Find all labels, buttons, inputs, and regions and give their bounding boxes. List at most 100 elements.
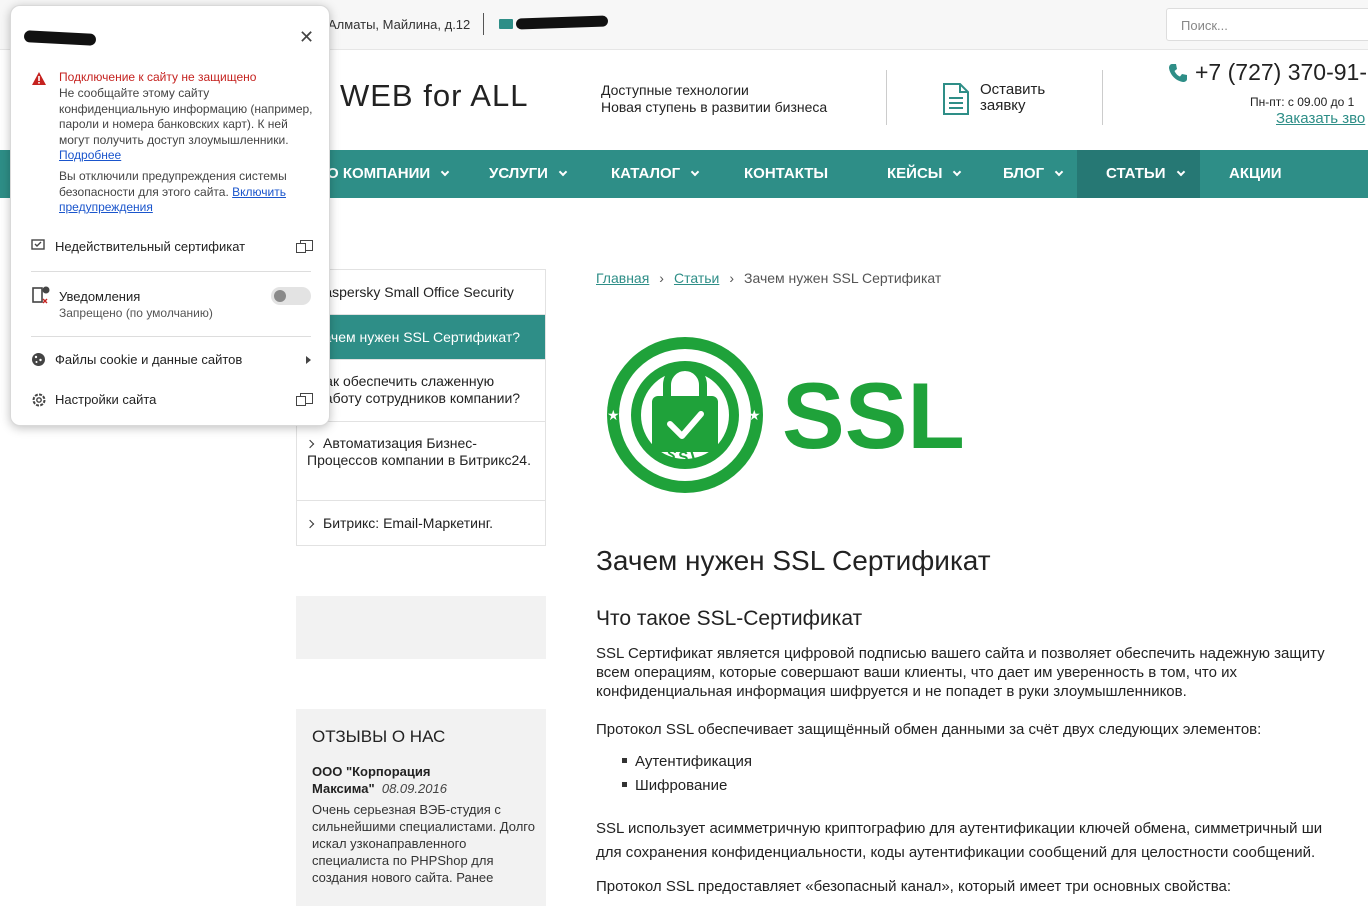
mail-icon	[499, 19, 513, 29]
article-subtitle: Что такое SSL-Сертификат	[596, 607, 863, 630]
site-settings-label: Настройки сайта	[55, 392, 157, 407]
chevron-down-icon	[440, 167, 450, 177]
breadcrumb-section[interactable]: Статьи	[674, 270, 719, 286]
address: Алматы, Майлина, д.12	[328, 17, 471, 32]
sidebar-item[interactable]: Как обеспечить слаженную работу сотрудни…	[297, 360, 545, 422]
divider	[1102, 70, 1103, 125]
star-icon: ★	[748, 408, 761, 424]
redacted-email	[515, 15, 609, 30]
apply-label: Оставить	[980, 81, 1046, 98]
notifications-label: Уведомления	[59, 289, 141, 304]
chevron-down-icon	[1176, 167, 1185, 177]
list-item: Шифрование	[622, 774, 752, 798]
nav-label: АКЦИИ	[1229, 165, 1282, 182]
sidebar-item[interactable]: Kaspersky Small Office Security	[297, 270, 545, 315]
review-date: 08.09.2016	[381, 781, 447, 796]
nav-label: КОНТАКТЫ	[744, 165, 829, 182]
search-input[interactable]: Поиск...	[1166, 8, 1368, 41]
paragraph: Протокол SSL обеспечивает защищённый обм…	[596, 721, 1262, 738]
nav-item-blog[interactable]: БЛОГ	[1003, 150, 1064, 198]
working-hours: Пн-пт: с 09.00 до 1	[1250, 95, 1355, 109]
site-logo[interactable]: WEB for ALL	[340, 78, 528, 114]
nav-label: УСЛУГИ	[489, 165, 548, 182]
nav-label: О КОМПАНИИ	[327, 165, 431, 182]
apply-label: заявку	[980, 97, 1026, 114]
slogan-line: Новая ступень в развитии бизнеса	[601, 99, 828, 115]
star-icon: ★	[607, 408, 620, 424]
chevron-down-icon	[1054, 167, 1064, 177]
divider	[31, 271, 311, 272]
nav-item-catalog[interactable]: КАТАЛОГ	[611, 150, 700, 198]
sidebar-item-active[interactable]: Зачем нужен SSL Сертификат?	[297, 315, 545, 360]
sidebar-banner	[296, 596, 546, 659]
close-icon[interactable]: ✕	[299, 28, 314, 46]
nav-item-promos[interactable]: АКЦИИ	[1229, 150, 1282, 198]
breadcrumb-separator: ›	[659, 270, 664, 286]
nav-item-company[interactable]: О КОМПАНИИ	[327, 150, 450, 198]
certificate-icon	[31, 239, 45, 250]
sidebar-item-label: Kaspersky Small Office Security	[315, 284, 514, 300]
connection-warning-title: Подключение к сайту не защищено	[59, 70, 257, 84]
nav-item-articles[interactable]: СТАТЬИ	[1077, 150, 1200, 198]
apply-button[interactable]: Оставить заявку	[980, 82, 1045, 114]
certificate-label: Недействительный сертификат	[55, 239, 246, 254]
document-icon[interactable]	[942, 82, 970, 116]
reviews-title: ОТЗЫВЫ О НАС	[312, 727, 446, 746]
nav-item-cases[interactable]: КЕЙСЫ	[887, 150, 962, 198]
gear-icon	[32, 393, 46, 407]
redacted-domain	[23, 30, 97, 46]
certificate-row[interactable]: Недействительный сертификат	[31, 237, 313, 257]
nav-label: СТАТЬИ	[1106, 165, 1166, 182]
warning-body: Не сообщайте этому сайту конфиденциальну…	[59, 86, 313, 147]
nav-label: КЕЙСЫ	[887, 165, 943, 182]
divider	[483, 13, 484, 35]
safebrowsing-notice: Вы отключили предупреждения системы безо…	[59, 169, 321, 216]
breadcrumb-home[interactable]: Главная	[596, 270, 649, 286]
paragraph: Протокол SSL предоставляет «безопасный к…	[596, 878, 1232, 895]
open-external-icon	[296, 393, 313, 406]
search-placeholder: Поиск...	[1181, 18, 1228, 33]
warning-icon	[32, 72, 46, 85]
chevron-down-icon	[690, 167, 700, 177]
chevron-down-icon	[953, 167, 962, 177]
open-external-icon	[296, 240, 313, 253]
breadcrumb-current: Зачем нужен SSL Сертификат	[744, 270, 942, 286]
articles-sidebar: Kaspersky Small Office Security Зачем ну…	[296, 269, 546, 546]
article-list: Аутентификация Шифрование	[622, 750, 752, 798]
notifications-state: Запрещено (по умолчанию)	[59, 306, 213, 320]
paragraph-line: SSL использует асимметричную криптографи…	[596, 820, 1323, 837]
badge-word: SSL	[782, 363, 965, 468]
divider	[31, 336, 311, 337]
cookie-icon	[32, 353, 45, 366]
paragraph-line: всем операциям, которые совершают ваши к…	[596, 664, 1237, 681]
slogan-line: Доступные технологии	[601, 82, 749, 98]
paragraph-line: конфиденциальная информация шифруется и …	[596, 683, 1187, 700]
phone-number[interactable]: +7 (727) 370-91-	[1195, 59, 1367, 86]
paragraph-line: SSL Сертификат является цифровой подпись…	[596, 645, 1325, 662]
nav-label: КАТАЛОГ	[611, 165, 681, 182]
nav-item-contacts[interactable]: КОНТАКТЫ	[744, 150, 828, 198]
sidebar-item-label: Зачем нужен SSL Сертификат?	[315, 329, 521, 345]
list-item: Аутентификация	[622, 750, 752, 774]
sidebar-item-label: Битрикс: Email-Маркетинг.	[323, 515, 494, 531]
notifications-toggle[interactable]	[271, 287, 311, 305]
site-info-popup: ✕ Подключение к сайту не защищено Не соо…	[10, 5, 330, 426]
sidebar-item-label: Автоматизация Бизнес-Процессов компании …	[307, 435, 531, 468]
phone-icon	[1169, 64, 1187, 82]
chevron-right-icon	[305, 519, 315, 529]
article-title: Зачем нужен SSL Сертификат	[596, 545, 991, 576]
site-settings-row[interactable]: Настройки сайта	[31, 390, 313, 410]
breadcrumb-separator: ›	[729, 270, 735, 286]
sidebar-item[interactable]: Автоматизация Бизнес-Процессов компании …	[297, 422, 545, 501]
sidebar-item[interactable]: Битрикс: Email-Маркетинг.	[297, 501, 545, 545]
callback-link[interactable]: Заказать зво	[1276, 110, 1365, 127]
ssl-badge-image: PROTECTED SSL ★ ★ SSL	[607, 337, 965, 493]
more-info-link[interactable]: Подробнее	[59, 148, 121, 162]
paragraph-line: для сохранения конфиденциальности, коды …	[596, 844, 1316, 861]
nav-item-services[interactable]: УСЛУГИ	[489, 150, 568, 198]
breadcrumb: Главная › Статьи › Зачем нужен SSL Сертифика…	[596, 270, 941, 286]
chevron-down-icon	[558, 167, 568, 177]
cookies-row[interactable]: Файлы cookie и данные сайтов	[31, 350, 313, 370]
sidebar-item-label: Как обеспечить слаженную работу сотрудни…	[317, 373, 521, 406]
review-author: ООО "Корпорация Максима" 08.09.2016	[312, 763, 512, 797]
